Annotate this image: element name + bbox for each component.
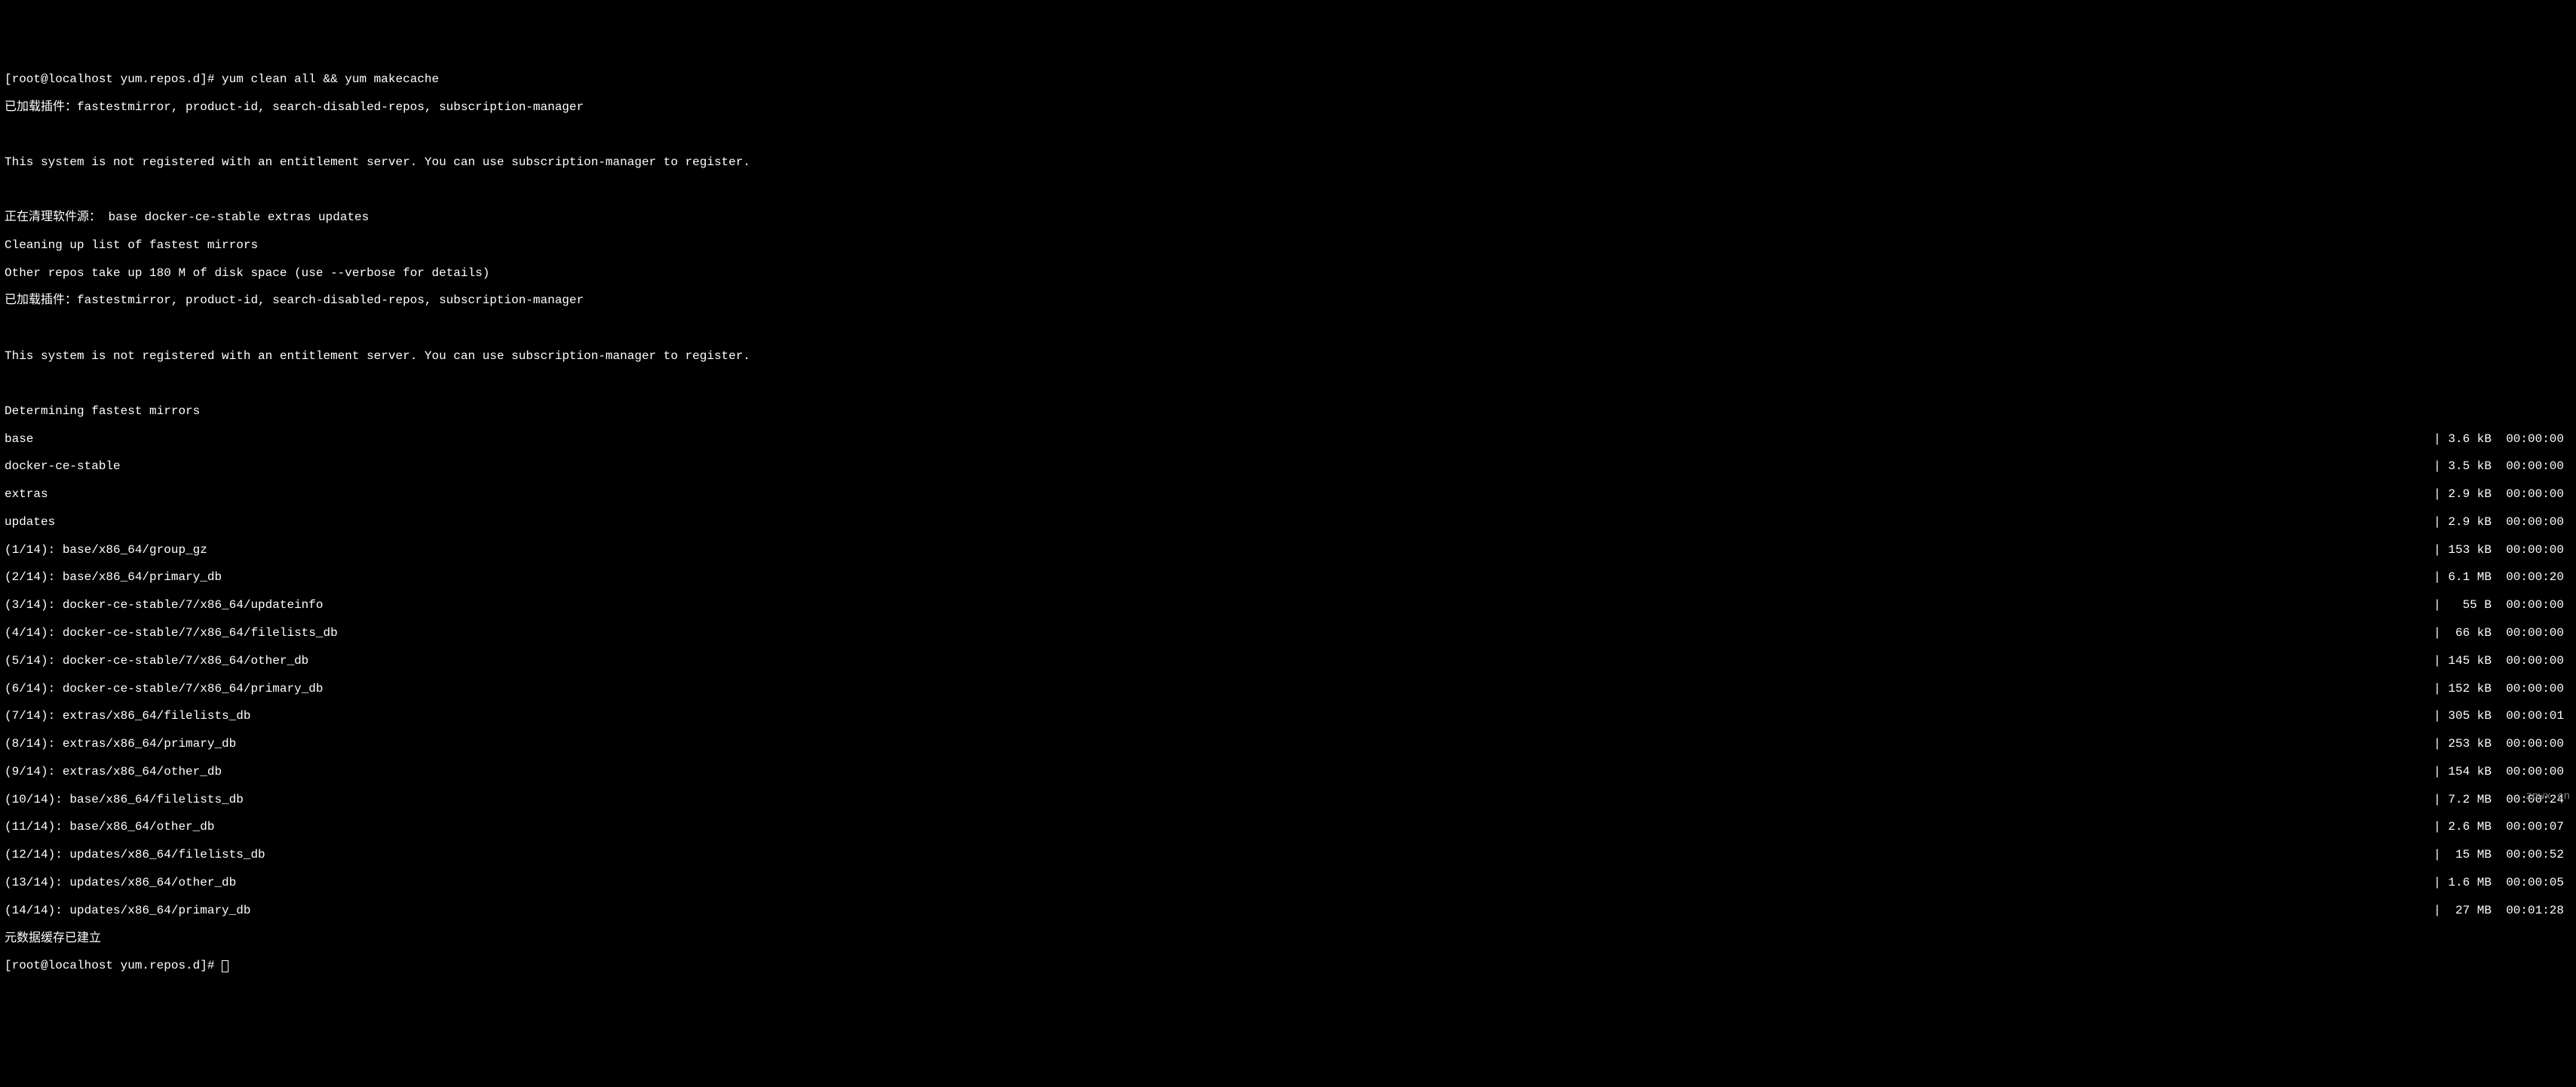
download-size: | 6.1 MB 00:00:20 <box>2433 570 2571 584</box>
output-line: Other repos take up 180 M of disk space … <box>5 266 2571 280</box>
download-name: (10/14): base/x86_64/filelists_db <box>5 793 244 806</box>
download-name: (7/14): extras/x86_64/filelists_db <box>5 709 250 723</box>
repo-name: extras <box>5 487 48 501</box>
download-size: | 145 kB 00:00:00 <box>2433 654 2571 668</box>
blank-line <box>5 183 2571 197</box>
download-row: (5/14): docker-ce-stable/7/x86_64/other_… <box>5 654 2571 668</box>
watermark-text: znwx.cn <box>2525 791 2570 803</box>
repo-size: | 3.6 kB 00:00:00 <box>2433 432 2571 446</box>
output-line: 元数据缓存已建立 <box>5 932 2571 945</box>
download-name: (11/14): base/x86_64/other_db <box>5 820 214 834</box>
download-size: | 66 kB 00:00:00 <box>2433 626 2571 640</box>
download-size: | 15 MB 00:00:52 <box>2433 848 2571 861</box>
download-name: (13/14): updates/x86_64/other_db <box>5 876 236 889</box>
download-name: (12/14): updates/x86_64/filelists_db <box>5 848 265 861</box>
download-size: | 1.6 MB 00:00:05 <box>2433 876 2571 889</box>
command-line: [root@localhost yum.repos.d]# yum clean … <box>5 72 2571 86</box>
download-name: (3/14): docker-ce-stable/7/x86_64/update… <box>5 598 323 612</box>
download-size: | 2.6 MB 00:00:07 <box>2433 820 2571 834</box>
repo-size: | 2.9 kB 00:00:00 <box>2433 515 2571 529</box>
output-line: Determining fastest mirrors <box>5 404 2571 418</box>
repo-name: base <box>5 432 33 446</box>
download-size: | 55 B 00:00:00 <box>2433 598 2571 612</box>
repo-row: updates | 2.9 kB 00:00:00 <box>5 515 2571 529</box>
repo-name: updates <box>5 515 55 529</box>
download-name: (8/14): extras/x86_64/primary_db <box>5 737 236 751</box>
output-line: 正在清理软件源： base docker-ce-stable extras up… <box>5 210 2571 224</box>
download-row: (4/14): docker-ce-stable/7/x86_64/fileli… <box>5 626 2571 640</box>
download-size: | 152 kB 00:00:00 <box>2433 682 2571 695</box>
output-line: Cleaning up list of fastest mirrors <box>5 238 2571 252</box>
blank-line <box>5 376 2571 390</box>
download-size: | 253 kB 00:00:00 <box>2433 737 2571 751</box>
download-row: (12/14): updates/x86_64/filelists_db | 15… <box>5 848 2571 861</box>
output-line: 已加载插件：fastestmirror, product-id, search-… <box>5 293 2571 307</box>
repo-size: | 3.5 kB 00:00:00 <box>2433 459 2571 473</box>
download-name: (9/14): extras/x86_64/other_db <box>5 765 222 778</box>
blank-line <box>5 128 2571 142</box>
repo-row: base | 3.6 kB 00:00:00 <box>5 432 2571 446</box>
download-row: (3/14): docker-ce-stable/7/x86_64/update… <box>5 598 2571 612</box>
download-size: | 154 kB 00:00:00 <box>2433 765 2571 778</box>
download-name: (14/14): updates/x86_64/primary_db <box>5 904 250 917</box>
download-name: (6/14): docker-ce-stable/7/x86_64/primar… <box>5 682 323 695</box>
download-row: (6/14): docker-ce-stable/7/x86_64/primar… <box>5 682 2571 695</box>
output-line: This system is not registered with an en… <box>5 349 2571 363</box>
download-row: (13/14): updates/x86_64/other_db | 1.6 MB… <box>5 876 2571 889</box>
repo-row: extras | 2.9 kB 00:00:00 <box>5 487 2571 501</box>
repo-row: docker-ce-stable | 3.5 kB 00:00:00 <box>5 459 2571 473</box>
repo-size: | 2.9 kB 00:00:00 <box>2433 487 2571 501</box>
output-line: 已加载插件：fastestmirror, product-id, search-… <box>5 100 2571 114</box>
shell-prompt: [root@localhost yum.repos.d]# <box>5 959 222 972</box>
download-row: (14/14): updates/x86_64/primary_db | 27 M… <box>5 904 2571 917</box>
download-name: (1/14): base/x86_64/group_gz <box>5 543 207 557</box>
download-row: (8/14): extras/x86_64/primary_db | 253 kB… <box>5 737 2571 751</box>
output-line: This system is not registered with an en… <box>5 155 2571 169</box>
cursor-icon <box>222 960 228 972</box>
download-row: (9/14): extras/x86_64/other_db | 154 kB 0… <box>5 765 2571 778</box>
blank-line <box>5 321 2571 335</box>
download-row: (2/14): base/x86_64/primary_db | 6.1 MB 0… <box>5 570 2571 584</box>
download-row: (11/14): base/x86_64/other_db | 2.6 MB 00… <box>5 820 2571 834</box>
terminal-output[interactable]: [root@localhost yum.repos.d]# yum clean … <box>5 59 2571 987</box>
download-size: | 27 MB 00:01:28 <box>2433 904 2571 917</box>
download-name: (2/14): base/x86_64/primary_db <box>5 570 222 584</box>
download-size: | 153 kB 00:00:00 <box>2433 543 2571 557</box>
repo-name: docker-ce-stable <box>5 459 121 473</box>
download-size: | 305 kB 00:00:01 <box>2433 709 2571 723</box>
command-line: [root@localhost yum.repos.d]# <box>5 959 2571 972</box>
command-text: yum clean all && yum makecache <box>222 72 439 86</box>
shell-prompt: [root@localhost yum.repos.d]# <box>5 72 222 86</box>
download-row: (1/14): base/x86_64/group_gz | 153 kB 00:… <box>5 543 2571 557</box>
download-name: (4/14): docker-ce-stable/7/x86_64/fileli… <box>5 626 338 640</box>
download-row: (10/14): base/x86_64/filelists_db| 7.2 M… <box>5 793 2571 806</box>
download-name: (5/14): docker-ce-stable/7/x86_64/other_… <box>5 654 308 668</box>
download-row: (7/14): extras/x86_64/filelists_db | 305 … <box>5 709 2571 723</box>
